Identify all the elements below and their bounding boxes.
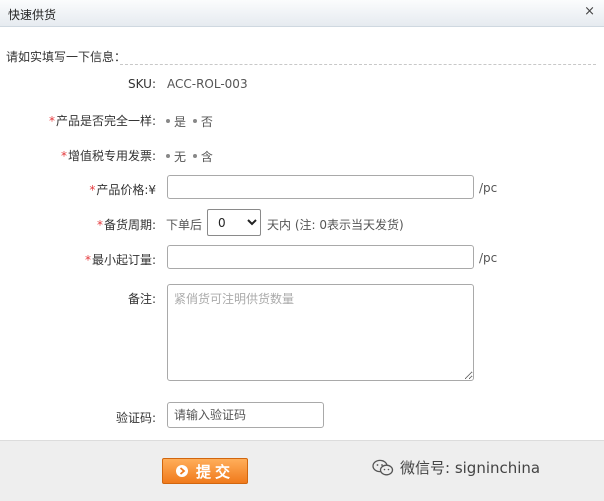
same-product-label-text: 产品是否完全一样:: [55, 114, 156, 128]
close-icon[interactable]: ×: [584, 4, 595, 19]
vat-invoice-label: *增值税专用发票:: [61, 147, 156, 164]
same-product-yes-radio[interactable]: 是: [166, 113, 186, 130]
stock-period-after-text: 天内 (注: 0表示当天发货): [267, 218, 404, 232]
radio-label: 否: [200, 114, 213, 129]
radio-dot-icon: [166, 154, 170, 158]
stock-period-before-text: 下单后: [166, 218, 203, 232]
radio-label: 无: [174, 149, 187, 164]
arrow-right-icon: [175, 465, 188, 477]
radio-dot-icon: [192, 119, 197, 123]
sku-label: SKU:: [128, 77, 156, 91]
vat-invoice-included-radio[interactable]: 含: [192, 148, 213, 165]
dialog-footer: 提交 微信号: signinchina: [0, 440, 604, 501]
required-mark: *: [96, 218, 103, 232]
wechat-icon: [372, 459, 394, 475]
radio-dot-icon: [192, 154, 197, 158]
price-label: *产品价格:¥: [89, 181, 156, 198]
radio-label: 含: [200, 149, 213, 164]
price-input[interactable]: [167, 175, 474, 199]
vat-invoice-none-radio[interactable]: 无: [166, 148, 186, 165]
required-mark: *: [89, 183, 96, 197]
price-unit: /pc: [479, 181, 498, 195]
same-product-no-radio[interactable]: 否: [192, 113, 213, 130]
captcha-label: 验证码:: [115, 411, 156, 425]
same-product-label: *产品是否完全一样:: [49, 112, 156, 129]
arrow-right-icon-shape: [179, 467, 186, 475]
sku-value: ACC-ROL-003: [167, 77, 248, 91]
moq-label-text: 最小起订量:: [91, 253, 156, 267]
price-label-text: 产品价格:¥: [96, 183, 156, 197]
submit-button[interactable]: 提交: [162, 458, 248, 484]
dialog-title: 快速供货: [8, 8, 57, 22]
vat-invoice-options: 无 含: [166, 147, 216, 165]
watermark-text: 微信号: signinchina: [400, 459, 541, 477]
required-mark: *: [48, 114, 55, 128]
dialog-titlebar: 快速供货 ×: [0, 0, 604, 27]
remark-label: 备注:: [127, 292, 156, 306]
radio-label: 是: [174, 114, 187, 129]
captcha-input[interactable]: [167, 402, 324, 428]
moq-unit: /pc: [479, 251, 498, 265]
stock-period-label: *备货周期:: [97, 216, 156, 233]
dashed-divider: [120, 64, 596, 65]
required-mark: *: [84, 253, 91, 267]
moq-input[interactable]: [167, 245, 474, 269]
required-mark: *: [60, 149, 67, 163]
submit-label: 提交: [195, 462, 234, 481]
radio-dot-icon: [166, 119, 170, 123]
remark-textarea[interactable]: [167, 284, 474, 381]
vat-invoice-label-text: 增值税专用发票:: [67, 149, 156, 163]
wechat-watermark: 微信号: signinchina: [372, 457, 540, 478]
stock-period-select[interactable]: 0: [207, 209, 261, 236]
moq-label: *最小起订量:: [85, 251, 156, 268]
same-product-options: 是 否: [166, 112, 216, 130]
intro-text: 请如实填写一下信息：: [6, 50, 127, 64]
stock-period-label-text: 备货周期:: [103, 218, 156, 232]
